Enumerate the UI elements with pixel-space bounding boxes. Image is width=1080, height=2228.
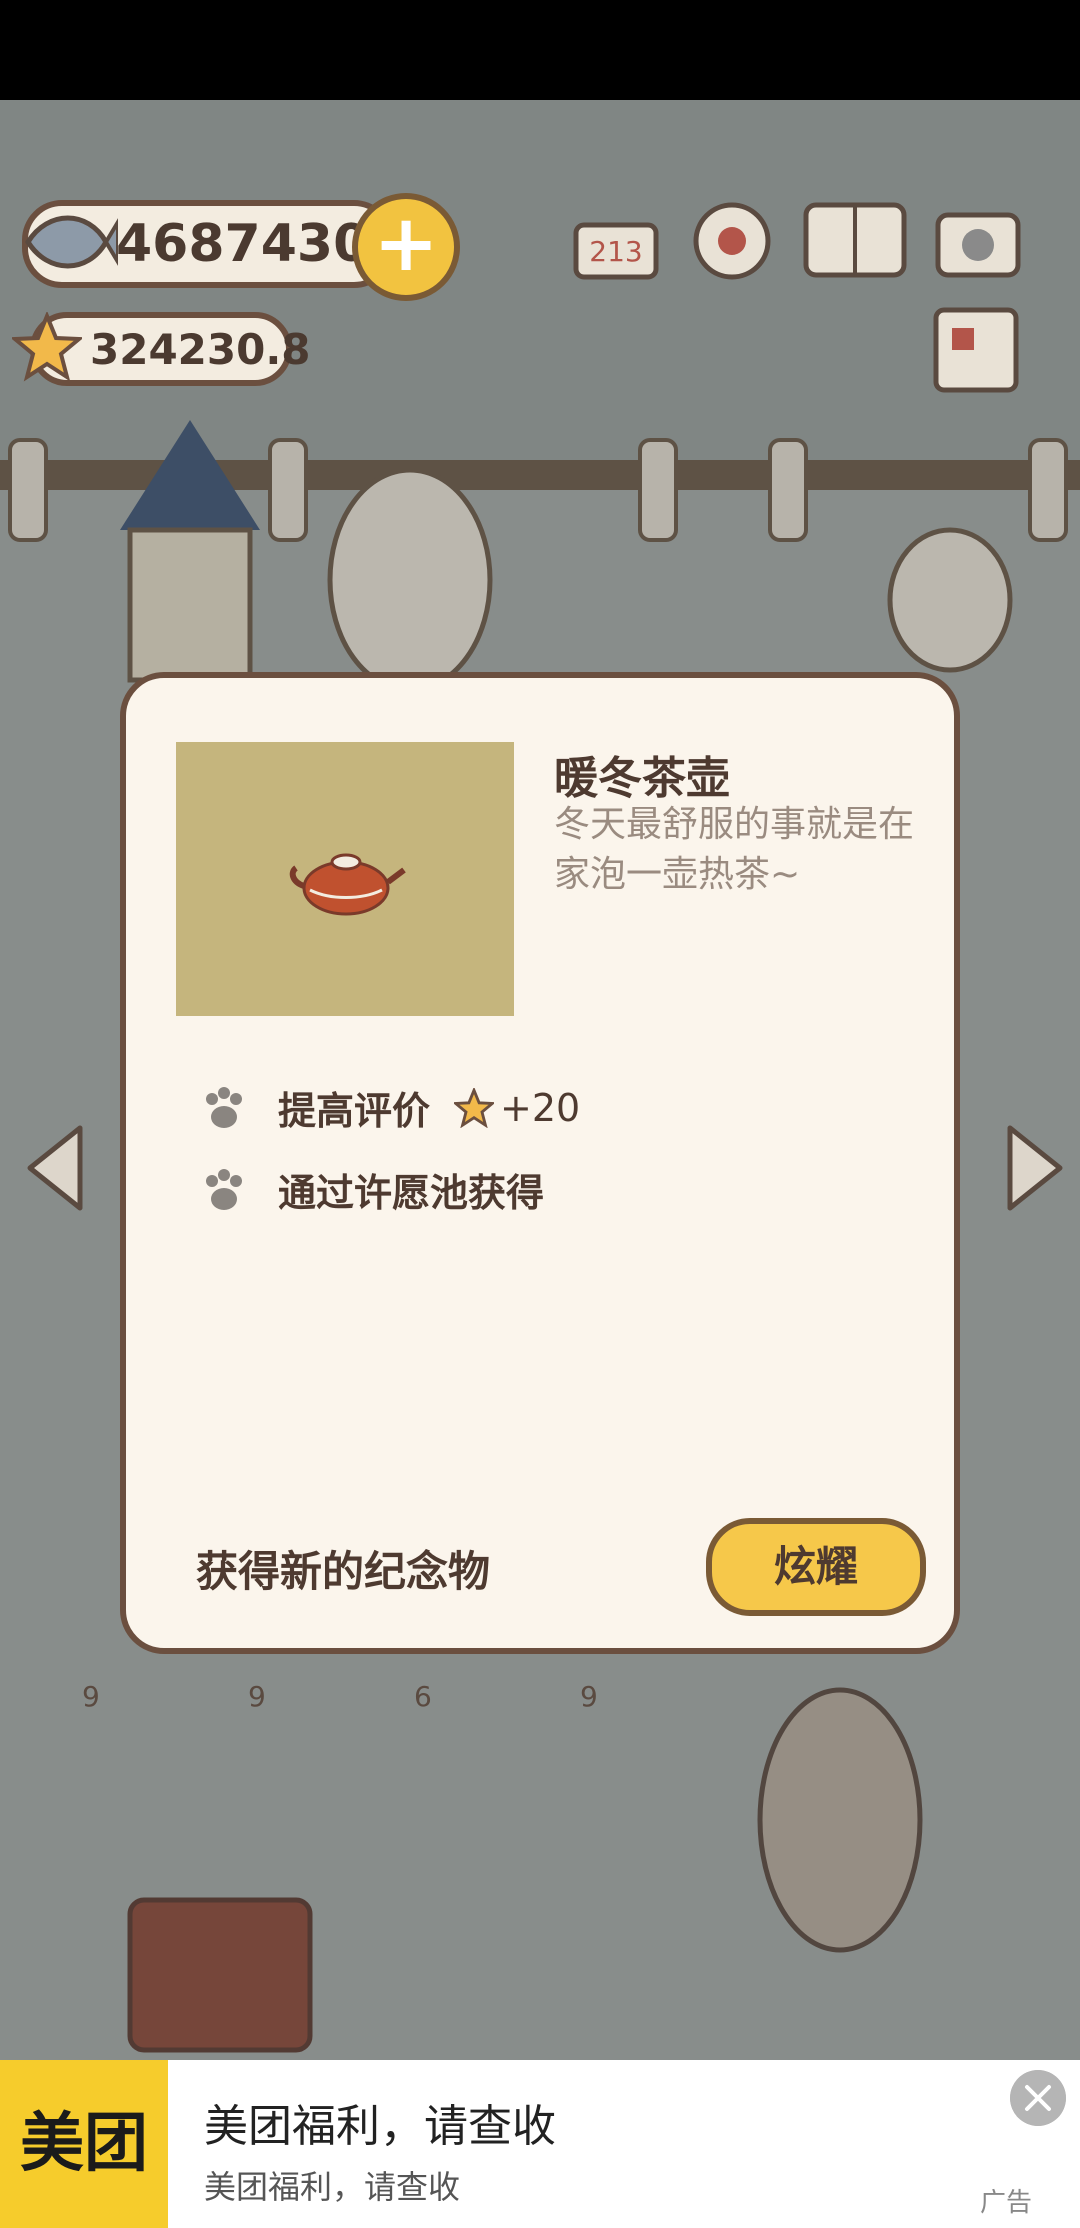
ad-subtitle[interactable]: 美团福利，请查收 (204, 2162, 460, 2208)
ad-label: 广告 (980, 2188, 1033, 2218)
star-icon (454, 1087, 495, 1128)
inventory-count: 9 (248, 1680, 266, 1713)
inventory-count: 6 (414, 1680, 432, 1713)
newspaper-icon[interactable] (930, 304, 1022, 396)
inventory-count: 9 (580, 1680, 598, 1713)
show-off-button[interactable]: 炫耀 (706, 1518, 926, 1616)
ranking-icon[interactable]: 213 (570, 195, 662, 287)
next-arrow-icon[interactable] (1000, 1120, 1070, 1216)
paw-icon (206, 1168, 242, 1210)
ad-banner[interactable]: 美团 美团福利，请查收 美团福利，请查收 广告 (0, 2060, 1080, 2228)
camera-icon[interactable] (932, 195, 1024, 287)
close-icon[interactable] (1010, 2070, 1066, 2126)
star-amount: 324230.8 (90, 324, 311, 374)
feature-label: 提高评价 (278, 1089, 431, 1133)
meituan-logo[interactable]: 美团 (0, 2060, 168, 2228)
add-fish-button[interactable]: + (352, 193, 460, 301)
new-souvenir-text: 获得新的纪念物 (196, 1547, 491, 1596)
status-bar (0, 0, 1080, 100)
item-title: 暖冬茶壶 (554, 753, 730, 804)
inventory-count: 9 (82, 1680, 100, 1713)
fish-amount: 4687430 (116, 214, 370, 274)
fish-icon (25, 215, 118, 269)
previous-arrow-icon[interactable] (20, 1120, 90, 1216)
feature-source: 通过许愿池获得 (202, 1162, 544, 1217)
souvenir-modal: 暖冬茶壶 冬天最舒服的事就是在家泡一壶热茶~ 提高评价 +20 通过许愿池获得 … (120, 672, 960, 1654)
svg-text:213: 213 (589, 235, 642, 268)
item-image (176, 742, 514, 1016)
album-icon[interactable] (800, 195, 910, 287)
feature-rating: 提高评价 +20 (202, 1080, 580, 1135)
feature-label: 通过许愿池获得 (278, 1171, 545, 1215)
paw-icon (206, 1086, 242, 1128)
settings-icon[interactable] (686, 195, 778, 287)
teapot-icon (289, 853, 406, 916)
ad-title[interactable]: 美团福利，请查收 (204, 2090, 556, 2154)
item-description: 冬天最舒服的事就是在家泡一壶热茶~ (554, 804, 915, 895)
star-icon (12, 312, 82, 382)
rating-bonus: +20 (500, 1085, 581, 1130)
